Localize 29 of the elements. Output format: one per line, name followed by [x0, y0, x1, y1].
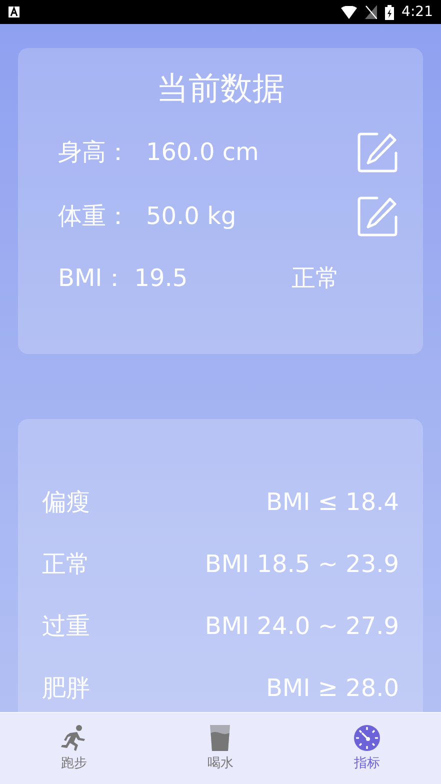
measurement-label: 身高： [58, 137, 130, 168]
range-value: BMI 24.0 ~ 27.9 [204, 611, 399, 642]
range-value: BMI 18.5 ~ 23.9 [204, 549, 399, 580]
range-label: 肥胖 [42, 673, 90, 704]
running-icon [60, 724, 88, 752]
nav-tab[interactable]: 指标 [353, 724, 382, 774]
range-label: 过重 [42, 611, 90, 642]
range-label: 正常 [42, 549, 90, 580]
nav-tab[interactable]: 跑步 [60, 724, 88, 774]
nav-tab[interactable]: 喝水 [207, 724, 234, 774]
measurement-label: 体重： [58, 201, 130, 232]
card-title: 当前数据 [156, 69, 284, 107]
range-value: BMI ≥ 28.0 [266, 673, 399, 704]
glass-icon [209, 724, 232, 752]
status-time: 4:21 [402, 2, 433, 22]
battery-charging-icon [384, 4, 394, 20]
bmi-label: BMI： [58, 263, 126, 294]
range-label: 偏瘦 [42, 487, 90, 518]
edit-button[interactable] [357, 131, 399, 173]
bmi-status: 正常 [292, 263, 340, 294]
no-signal-icon [364, 5, 377, 19]
wifi-icon [340, 6, 357, 18]
notification-icon [8, 6, 20, 18]
bmi-value: 19.5 [134, 263, 188, 294]
measurement-value: 50.0 kg [146, 201, 236, 232]
range-value: BMI ≤ 18.4 [266, 487, 399, 518]
gauge-icon [353, 724, 382, 752]
edit-button[interactable] [357, 195, 399, 237]
measurement-value: 160.0 cm [146, 137, 259, 168]
